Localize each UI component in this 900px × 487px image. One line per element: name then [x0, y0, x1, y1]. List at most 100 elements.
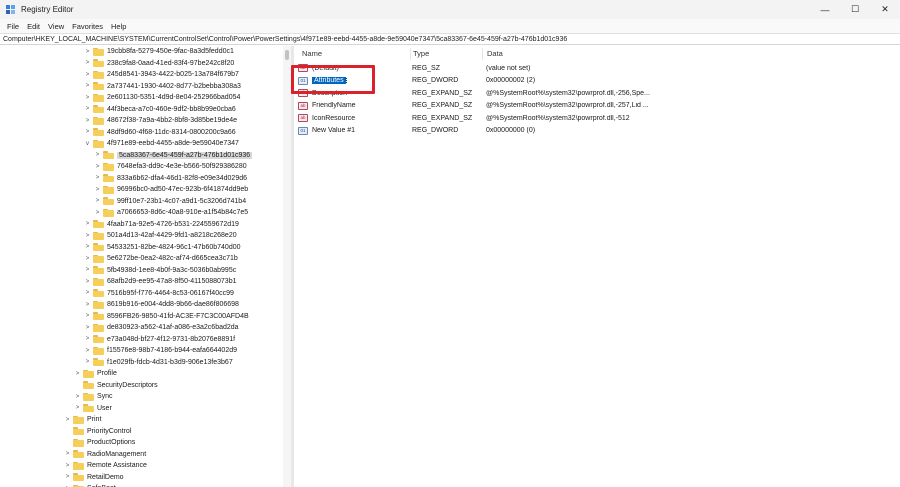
chevron-right-icon[interactable]: >: [84, 221, 91, 228]
tree-item[interactable]: SecurityDescriptors: [74, 380, 158, 391]
chevron-right-icon[interactable]: >: [74, 370, 81, 377]
tree-item[interactable]: > RadioManagement: [64, 449, 146, 460]
tree-item[interactable]: > Profile: [74, 368, 117, 379]
column-header-type[interactable]: Type: [410, 48, 480, 60]
key-tree-pane[interactable]: >19cbb8fa-5279-450e-9fac-8a3d5fedd0c1 >23…: [0, 46, 283, 487]
chevron-right-icon[interactable]: >: [94, 186, 101, 193]
chevron-right-icon[interactable]: >: [84, 94, 91, 101]
tree-item[interactable]: > f1e029fb-fdcb-4d31-b3d9-906e13fe3b67: [84, 357, 233, 368]
tree-item[interactable]: PriorityControl: [64, 426, 131, 437]
value-row[interactable]: ab IconResource REG_EXPAND_SZ @%SystemRoot%…: [294, 112, 900, 124]
tree-item[interactable]: >238c9fa8-0aad-41ed-83f4-97be242c8f20: [84, 58, 234, 69]
tree-item[interactable]: >44f3beca-a7c0-460e-9df2-bb8b99e0cba6: [84, 104, 236, 115]
close-button[interactable]: ✕: [870, 0, 900, 19]
chevron-right-icon[interactable]: >: [64, 451, 71, 458]
tree-item[interactable]: >19cbb8fa-5279-450e-9fac-8a3d5fedd0c1: [84, 46, 234, 57]
address-bar[interactable]: Computer\HKEY_LOCAL_MACHINE\SYSTEM\Curre…: [0, 33, 900, 45]
chevron-right-icon[interactable]: >: [94, 152, 101, 159]
tree-item[interactable]: >4faab71a-92e5-4726-b531-224559672d19: [84, 219, 239, 230]
value-row[interactable]: 01 Attributes REG_DWORD 0x00000002 (2): [294, 75, 900, 87]
tree-item[interactable]: > de830923-a562-41af-a086-e3a2c6bad2da: [84, 322, 239, 333]
menu-file[interactable]: File: [3, 22, 23, 31]
chevron-right-icon[interactable]: >: [94, 175, 101, 182]
chevron-right-icon[interactable]: >: [84, 60, 91, 67]
tree-item[interactable]: > a7066653-8d6c-40a8-910e-a1f54b84c7e5: [94, 207, 248, 218]
column-header-data[interactable]: Data: [482, 48, 682, 60]
value-row[interactable]: ab Description REG_EXPAND_SZ @%SystemRoot%\…: [294, 87, 900, 99]
chevron-right-icon[interactable]: >: [84, 347, 91, 354]
chevron-right-icon[interactable]: >: [84, 313, 91, 320]
value-name-text: Description: [312, 89, 348, 97]
chevron-right-icon[interactable]: >: [84, 232, 91, 239]
tree-item[interactable]: > Remote Assistance: [64, 460, 147, 471]
tree-item[interactable]: >8596FB26-9850-41fd-AC3E-F7C3C00AFD4B: [84, 311, 249, 322]
menu-view[interactable]: View: [44, 22, 68, 31]
chevron-down-icon[interactable]: v: [84, 140, 91, 147]
column-header-name[interactable]: Name: [302, 48, 402, 60]
chevron-right-icon[interactable]: >: [64, 474, 71, 481]
folder-icon: [93, 323, 104, 332]
tree-scrollbar[interactable]: [283, 46, 291, 487]
tree-item[interactable]: v 4f971e89-eebd-4455-a8de-9e59040e7347: [84, 138, 239, 149]
chevron-right-icon[interactable]: >: [84, 267, 91, 274]
chevron-right-icon[interactable]: >: [64, 416, 71, 423]
chevron-right-icon[interactable]: >: [84, 48, 91, 55]
chevron-right-icon[interactable]: >: [94, 163, 101, 170]
tree-item[interactable]: > f15576e8-98b7-4186-b944-eafa664402d9: [84, 345, 237, 356]
tree-item[interactable]: >7648efa3-dd9c-4e3e-b566-50f929386280: [94, 161, 247, 172]
tree-item[interactable]: >5ca83367-6e45-459f-a27b-476b1d01c936: [94, 150, 253, 161]
tree-item[interactable]: >48672f38-7a9a-4bb2-8bf8-3d85be19de4e: [84, 115, 237, 126]
tree-item[interactable]: >48df9d60-4f68-11dc-8314-0800200c9a66: [84, 127, 236, 138]
value-row[interactable]: 01 New Value #1 REG_DWORD 0x00000000 (0): [294, 125, 900, 137]
chevron-right-icon[interactable]: >: [84, 106, 91, 113]
tree-item[interactable]: >7516b95f-f776-4464-8c53-06167f40cc99: [84, 288, 234, 299]
string-value-icon: ab: [298, 114, 308, 122]
menu-help[interactable]: Help: [107, 22, 130, 31]
tree-item[interactable]: >54533251-82be-4824-96c1-47b60b740d00: [84, 242, 241, 253]
tree-item[interactable]: > e73a048d-bf27-4f12-9731-8b2076e8891f: [84, 334, 235, 345]
value-row[interactable]: ab (Default) REG_SZ (value not set): [294, 62, 900, 74]
chevron-right-icon[interactable]: >: [84, 324, 91, 331]
menu-edit[interactable]: Edit: [23, 22, 44, 31]
values-list-pane[interactable]: Name Type Data ab (Default) REG_SZ (value n…: [294, 46, 900, 487]
chevron-right-icon[interactable]: >: [84, 290, 91, 297]
chevron-right-icon[interactable]: >: [84, 255, 91, 262]
tree-item[interactable]: >2a737441-1930-4402-8d77-b2bebba308a3: [84, 81, 241, 92]
tree-item[interactable]: >2e601130-5351-4d9d-8e04-252966bad054: [84, 92, 240, 103]
chevron-right-icon[interactable]: >: [84, 301, 91, 308]
tree-item[interactable]: >SafeBoot: [64, 483, 116, 487]
tree-item[interactable]: > RetailDemo: [64, 472, 124, 483]
tree-item[interactable]: >833a6b62-dfa4-46d1-82f8-e09e34d029d6: [94, 173, 247, 184]
maximize-button[interactable]: ☐: [840, 0, 870, 19]
value-row[interactable]: ab FriendlyName REG_EXPAND_SZ @%SystemRoot%…: [294, 100, 900, 112]
tree-item[interactable]: >501a4d13-42af-4429-9fd1-a8218c268e20: [84, 230, 237, 241]
tree-item-label: 99ff10e7-23b1-4c07-a9d1-5c3206d741b4: [117, 197, 247, 205]
chevron-right-icon[interactable]: >: [84, 278, 91, 285]
minimize-button[interactable]: —: [810, 0, 840, 19]
chevron-right-icon[interactable]: >: [84, 83, 91, 90]
tree-item[interactable]: >245d8541-3943-4422-b025-13a784f679b7: [84, 69, 239, 80]
chevron-right-icon[interactable]: >: [64, 462, 71, 469]
chevron-right-icon[interactable]: >: [94, 198, 101, 205]
chevron-right-icon[interactable]: >: [84, 129, 91, 136]
tree-scrollbar-thumb[interactable]: [285, 50, 289, 60]
chevron-right-icon[interactable]: >: [84, 244, 91, 251]
chevron-right-icon[interactable]: >: [94, 209, 101, 216]
chevron-right-icon[interactable]: >: [84, 117, 91, 124]
chevron-right-icon[interactable]: >: [84, 71, 91, 78]
tree-item[interactable]: >96996bc0-ad50-47ec-923b-6f41874dd9eb: [94, 184, 248, 195]
menu-favorites[interactable]: Favorites: [68, 22, 107, 31]
tree-item[interactable]: > Sync: [74, 391, 113, 402]
tree-item[interactable]: >5fb4938d-1ee8-4b0f-9a3c-5036b0ab995c: [84, 265, 236, 276]
tree-item[interactable]: >68afb2d9-ee95-47a8-8f50-4115088073b1: [84, 276, 237, 287]
tree-item[interactable]: >5e6272be-0ea2-482c-af74-d665cea3c71b: [84, 253, 238, 264]
tree-item[interactable]: > User: [74, 403, 112, 414]
chevron-right-icon[interactable]: >: [74, 405, 81, 412]
chevron-right-icon[interactable]: >: [84, 336, 91, 343]
tree-item[interactable]: ProductOptions: [64, 437, 135, 448]
tree-item[interactable]: > Print: [64, 414, 101, 425]
chevron-right-icon[interactable]: >: [84, 359, 91, 366]
tree-item[interactable]: >8619b916-e004-4dd8-9b66-dae86f806698: [84, 299, 239, 310]
tree-item[interactable]: >99ff10e7-23b1-4c07-a9d1-5c3206d741b4: [94, 196, 246, 207]
chevron-right-icon[interactable]: >: [74, 393, 81, 400]
